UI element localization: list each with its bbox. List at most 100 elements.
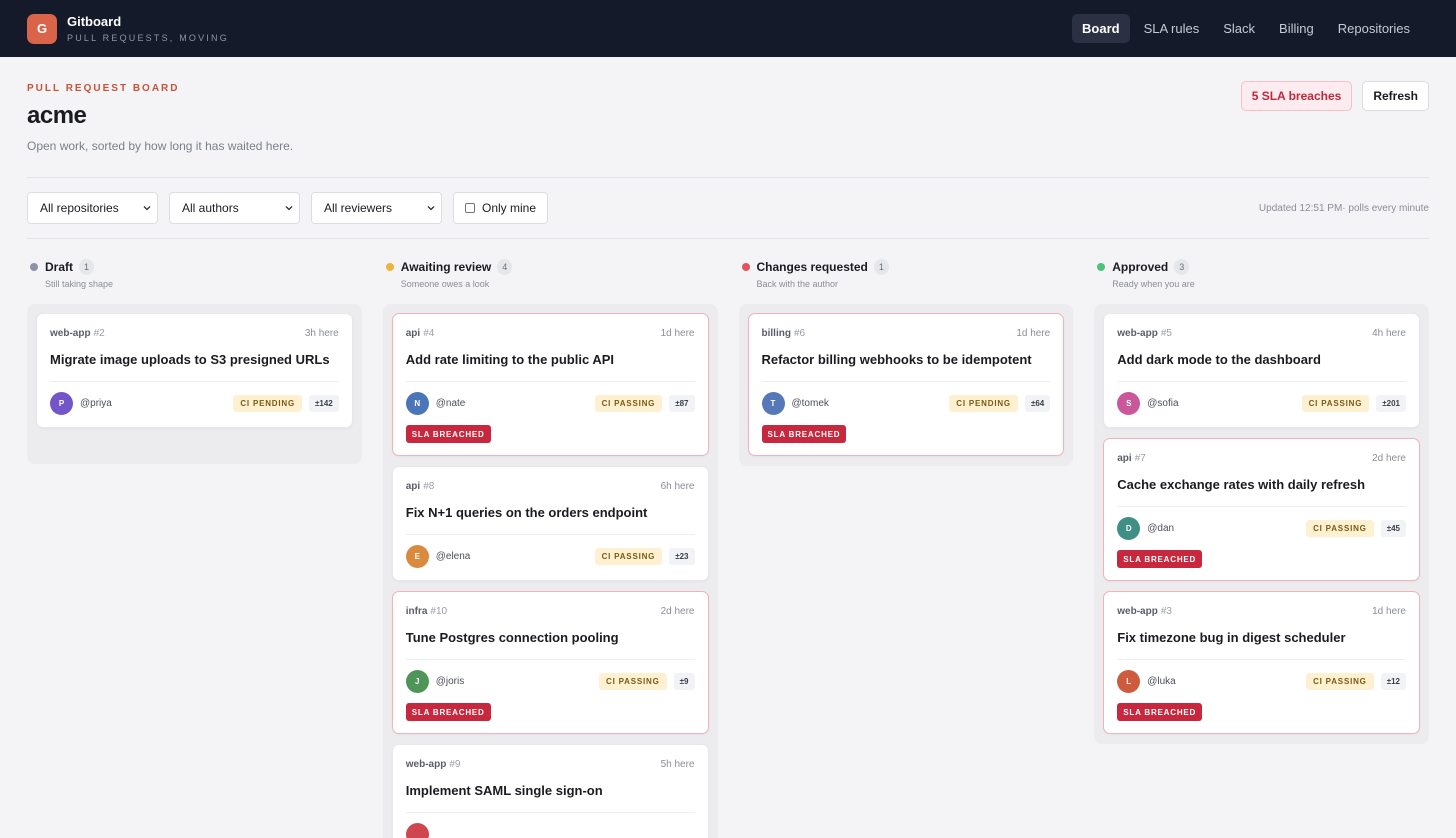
- pr-title[interactable]: Migrate image uploads to S3 presigned UR…: [50, 352, 339, 368]
- author-handle[interactable]: @elena: [436, 551, 471, 562]
- repository-filter-value: All repositories: [40, 201, 119, 215]
- only-mine-toggle[interactable]: Only mine: [453, 192, 549, 224]
- column-draft: Draft 1 Still taking shape web-app #2 3h here…: [27, 259, 362, 838]
- author-handle[interactable]: @dan: [1147, 523, 1174, 534]
- column-title: Draft: [45, 260, 74, 274]
- pr-age: 2d here: [1372, 453, 1406, 464]
- pr-age: 3h here: [304, 328, 339, 339]
- ci-status-badge: CI PASSING: [1301, 395, 1370, 412]
- nav-repositories[interactable]: Repositories: [1328, 14, 1420, 43]
- brand[interactable]: G Gitboard PULL REQUESTS, MOVING: [27, 13, 229, 44]
- author-handle[interactable]: @tomek: [792, 398, 829, 409]
- pr-repo: web-app: [1117, 328, 1158, 339]
- only-mine-label: Only mine: [482, 201, 537, 215]
- reviewer-filter-select[interactable]: All reviewers: [311, 192, 442, 224]
- card-divider: [405, 534, 695, 535]
- pr-card[interactable]: api #8 6h here Fix N+1 queries on the order…: [391, 466, 709, 581]
- column-title: Changes requested: [756, 260, 868, 274]
- pr-repo: api: [405, 481, 421, 492]
- brand-name: Gitboard: [67, 14, 122, 29]
- card-divider: [1117, 659, 1406, 660]
- column-status-dot: [1097, 263, 1106, 271]
- pr-number: #9: [449, 759, 461, 770]
- card-divider: [761, 381, 1051, 382]
- author-avatar: S: [1117, 392, 1141, 415]
- column-count-badge: 1: [873, 259, 889, 275]
- author-handle[interactable]: @priya: [80, 398, 112, 409]
- author-handle[interactable]: @nate: [436, 398, 466, 409]
- author-handle[interactable]: @sofia: [1147, 398, 1178, 409]
- card-divider: [50, 381, 339, 382]
- pr-repo: web-app: [1117, 606, 1158, 617]
- column-title: Approved: [1112, 260, 1169, 274]
- pr-card[interactable]: web-app #2 3h here Migrate image uploads to…: [36, 313, 353, 428]
- pr-card[interactable]: infra #10 2d here Tune Postgres connection …: [391, 591, 709, 734]
- sla-breach-count-badge[interactable]: 5 SLA breaches: [1240, 81, 1353, 111]
- nav-slack[interactable]: Slack: [1213, 14, 1265, 43]
- column-status-dot: [30, 263, 38, 271]
- chevron-down-icon: [427, 206, 435, 211]
- pr-card[interactable]: api #4 1d here Add rate limiting to the pub…: [391, 313, 709, 456]
- pr-title[interactable]: Refactor billing webhooks to be idempote…: [762, 352, 1051, 368]
- column-title: Awaiting review: [400, 260, 492, 274]
- ci-status-badge: CI PENDING: [949, 395, 1018, 412]
- pr-title[interactable]: Cache exchange rates with daily refresh: [1117, 477, 1406, 493]
- column-subtitle: Someone owes a look: [400, 279, 490, 289]
- author-handle[interactable]: @joris: [436, 676, 465, 687]
- column-status-dot: [385, 263, 394, 271]
- pr-age: 1d here: [1016, 328, 1051, 339]
- ci-status-badge: CI PASSING: [1306, 673, 1374, 690]
- pr-number: #2: [93, 328, 105, 339]
- column-card-list: web-app #2 3h here Migrate image uploads to…: [27, 304, 362, 464]
- pr-card[interactable]: web-app #3 1d here Fix timezone bug in dige…: [1103, 591, 1420, 734]
- author-avatar: T: [761, 392, 785, 415]
- nav-board[interactable]: Board: [1072, 14, 1130, 43]
- pr-number: #4: [423, 328, 435, 339]
- pr-age: 2d here: [660, 606, 695, 617]
- pr-number: #7: [1134, 453, 1146, 464]
- pr-title[interactable]: Fix timezone bug in digest scheduler: [1117, 630, 1406, 646]
- pr-repo: api: [405, 328, 421, 339]
- author-handle[interactable]: @luka: [1147, 676, 1176, 687]
- repository-filter-select[interactable]: All repositories: [27, 192, 158, 224]
- pr-card[interactable]: api #7 2d here Cache exchange rates with da…: [1103, 438, 1420, 581]
- column-subtitle: Ready when you are: [1112, 279, 1195, 289]
- nav-billing[interactable]: Billing: [1269, 14, 1324, 43]
- brand-tagline: PULL REQUESTS, MOVING: [67, 33, 229, 43]
- only-mine-checkbox[interactable]: [465, 203, 475, 213]
- pr-title[interactable]: Add dark mode to the dashboard: [1117, 352, 1406, 368]
- pr-title[interactable]: Fix N+1 queries on the orders endpoint: [406, 505, 695, 521]
- column-status-dot: [741, 263, 750, 271]
- ci-status-badge: CI PASSING: [599, 673, 667, 690]
- ci-status-badge: CI PENDING: [233, 395, 302, 412]
- pr-title[interactable]: Add rate limiting to the public API: [406, 352, 695, 368]
- pr-card[interactable]: billing #6 1d here Refactor billing webhook…: [747, 313, 1065, 456]
- column-count-badge: 1: [79, 259, 95, 275]
- column-subtitle: Still taking shape: [45, 279, 114, 289]
- chevron-down-icon: [143, 206, 151, 211]
- sla-breached-badge: SLA BREACHED: [405, 425, 491, 443]
- diff-size-badge: ±201: [1376, 395, 1406, 412]
- sla-breached-badge: SLA BREACHED: [1117, 703, 1203, 721]
- card-divider: [1117, 381, 1406, 382]
- author-filter-select[interactable]: All authors: [169, 192, 300, 224]
- pr-number: #3: [1160, 606, 1172, 617]
- ci-status-badge: CI PASSING: [594, 548, 663, 565]
- author-avatar: N: [405, 392, 429, 415]
- last-updated-status: Updated 12:51 PM· polls every minute: [1258, 202, 1429, 214]
- filter-bar: All repositories All authors All reviewe…: [0, 178, 1456, 238]
- pr-title[interactable]: Tune Postgres connection pooling: [406, 630, 695, 646]
- pr-number: #10: [430, 606, 448, 617]
- sla-breached-badge: SLA BREACHED: [405, 703, 491, 721]
- sla-breached-badge: SLA BREACHED: [1117, 550, 1203, 568]
- column-approved: Approved 3 Ready when you are web-app #5 4h h…: [1094, 259, 1429, 838]
- nav-sla-rules[interactable]: SLA rules: [1134, 14, 1210, 43]
- refresh-button[interactable]: Refresh: [1362, 81, 1429, 111]
- pr-card[interactable]: web-app #9 5h here Implement SAML single si…: [391, 744, 709, 838]
- pr-card[interactable]: web-app #5 4h here Add dark mode to the das…: [1103, 313, 1420, 428]
- pr-title[interactable]: Implement SAML single sign-on: [406, 783, 695, 799]
- page-header: PULL REQUEST BOARD acme Open work, sorte…: [0, 57, 1456, 177]
- card-divider: [1117, 506, 1406, 507]
- column-subtitle: Back with the author: [756, 279, 839, 289]
- author-filter-value: All authors: [182, 201, 239, 215]
